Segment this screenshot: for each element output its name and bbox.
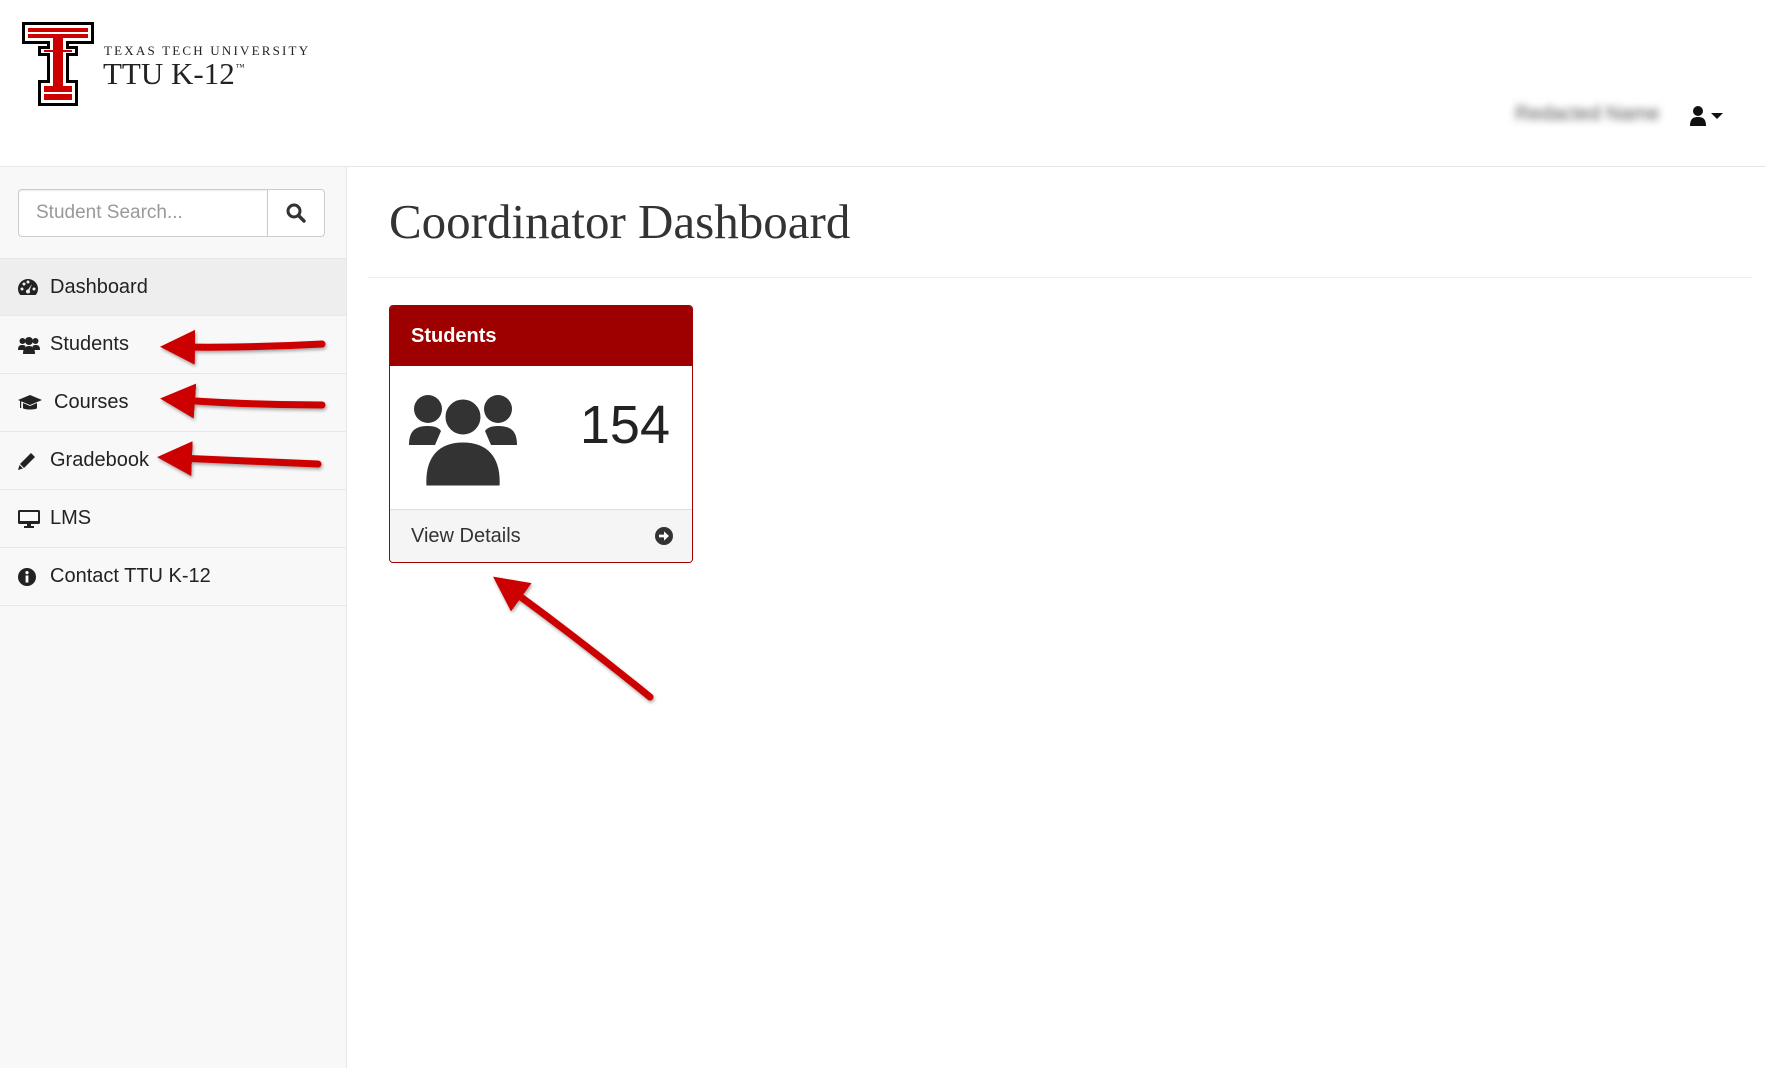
brand-product-text: TTU K-12 (103, 56, 235, 91)
sidebar-item-label: Dashboard (50, 275, 148, 298)
sidebar-item-students[interactable]: Students (0, 316, 346, 374)
info-circle-icon (18, 566, 40, 588)
sidebar-nav: Dashboard Students Courses Gradebook LMS… (0, 258, 346, 606)
top-header: TEXAS TECH UNIVERSITY TTU K-12™ Redacted… (0, 0, 1766, 167)
tachometer-icon (18, 276, 40, 298)
view-details-label: View Details (411, 524, 521, 547)
sidebar-item-label: Gradebook (50, 449, 149, 471)
sidebar-item-label: Students (50, 333, 129, 355)
view-details-link[interactable]: View Details (390, 509, 692, 562)
student-search-input[interactable] (18, 189, 267, 237)
double-t-logo-icon[interactable] (22, 22, 94, 106)
sidebar-item-contact[interactable]: Contact TTU K-12 (0, 548, 346, 606)
pencil-icon (18, 450, 40, 472)
sidebar-item-label: Contact TTU K-12 (50, 565, 211, 587)
user-icon (1690, 106, 1706, 126)
page-title: Coordinator Dashboard (389, 194, 851, 249)
annotation-arrow-panel (493, 576, 654, 701)
sidebar: Dashboard Students (0, 167, 347, 1068)
panel-body: 154 (390, 366, 692, 509)
sidebar-item-dashboard[interactable]: Dashboard (0, 258, 346, 316)
sidebar-item-gradebook[interactable]: Gradebook (0, 432, 346, 490)
users-icon (409, 387, 517, 489)
sidebar-item-courses[interactable]: Courses (0, 374, 346, 432)
brand-trademark: ™ (235, 62, 245, 72)
desktop-icon (18, 508, 40, 530)
caret-down-icon (1711, 113, 1723, 119)
panel-heading: Students (390, 306, 692, 366)
sidebar-item-label: Courses (54, 391, 129, 413)
user-menu-toggle[interactable] (1690, 104, 1730, 128)
students-panel: Students 154 View Details (389, 305, 693, 563)
graduation-cap-icon (18, 392, 44, 414)
arrow-circle-right-icon (655, 527, 673, 545)
users-icon (18, 334, 40, 356)
students-count: 154 (579, 395, 670, 455)
brand-product-name: TTU K-12™ (103, 56, 245, 92)
sidebar-item-label: LMS (50, 507, 92, 529)
user-name[interactable]: Redacted Name (1515, 103, 1660, 126)
search-icon (286, 203, 306, 223)
student-search-group (18, 189, 325, 237)
search-button[interactable] (267, 189, 325, 237)
sidebar-item-lms[interactable]: LMS (0, 490, 346, 548)
title-divider (368, 277, 1752, 278)
